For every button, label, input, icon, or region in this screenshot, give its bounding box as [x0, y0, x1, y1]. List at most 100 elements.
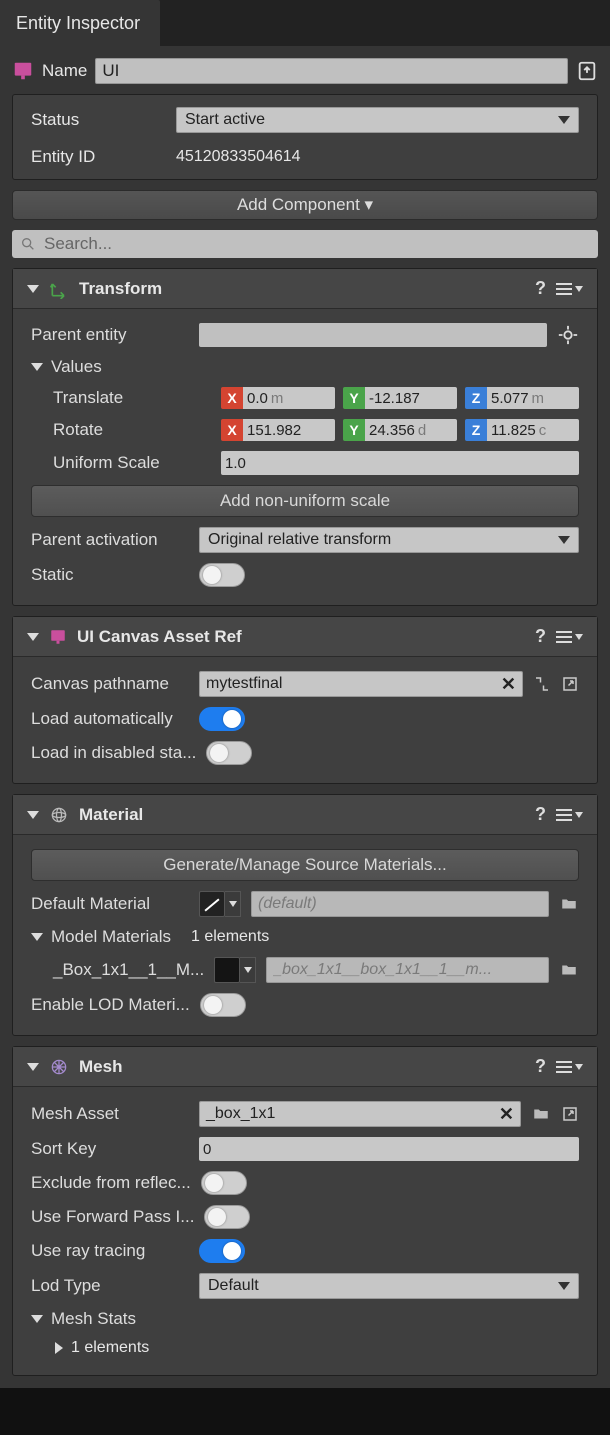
translate-y-input[interactable]: -12.187 — [365, 387, 457, 409]
menu-icon[interactable] — [556, 631, 583, 643]
folder-icon[interactable] — [531, 1105, 551, 1123]
axis-y-icon: Y — [343, 387, 365, 409]
rotate-z-input[interactable]: 11.825c — [487, 419, 579, 441]
load-auto-label: Load automatically — [31, 709, 189, 729]
axis-z-icon: Z — [465, 419, 487, 441]
component-title: Mesh — [79, 1057, 122, 1077]
values-label: Values — [51, 357, 102, 377]
tab-entity-inspector[interactable]: Entity Inspector — [0, 0, 160, 46]
mesh-stats-label: Mesh Stats — [51, 1309, 136, 1329]
translate-z-input[interactable]: 5.077m — [487, 387, 579, 409]
collapse-toggle[interactable] — [27, 1063, 39, 1071]
forward-pass-label: Use Forward Pass I... — [31, 1207, 194, 1227]
sort-key-input[interactable]: 0 — [199, 1137, 579, 1161]
popout-icon[interactable] — [561, 675, 579, 693]
sort-key-label: Sort Key — [31, 1139, 189, 1159]
load-disabled-toggle[interactable] — [206, 741, 252, 765]
component-title: UI Canvas Asset Ref — [77, 627, 242, 647]
generate-materials-button[interactable]: Generate/Manage Source Materials... — [31, 849, 579, 881]
mesh-icon — [49, 1057, 69, 1077]
target-icon[interactable] — [557, 324, 579, 346]
default-material-input[interactable]: (default) — [251, 891, 549, 917]
mesh-asset-label: Mesh Asset — [31, 1104, 189, 1124]
status-select[interactable]: Start active — [176, 107, 579, 133]
uniform-scale-label: Uniform Scale — [31, 453, 211, 473]
collapse-toggle[interactable] — [27, 633, 39, 641]
enable-lod-toggle[interactable] — [200, 993, 246, 1017]
static-label: Static — [31, 565, 189, 585]
enable-lod-label: Enable LOD Materi... — [31, 995, 190, 1015]
popout-icon[interactable] — [561, 1105, 579, 1123]
axis-x-icon: X — [221, 387, 243, 409]
parent-entity-label: Parent entity — [31, 325, 189, 345]
lod-type-select[interactable]: Default — [199, 1273, 579, 1299]
parent-activation-select[interactable]: Original relative transform — [199, 527, 579, 553]
menu-icon[interactable] — [556, 283, 583, 295]
model-materials-label: Model Materials — [51, 927, 183, 947]
static-toggle[interactable] — [199, 563, 245, 587]
uniform-scale-input[interactable]: 1.0 — [221, 451, 579, 475]
canvas-path-label: Canvas pathname — [31, 674, 189, 694]
tab-bar: Entity Inspector — [0, 0, 610, 46]
status-label: Status — [31, 110, 166, 130]
load-auto-toggle[interactable] — [199, 707, 245, 731]
parent-entity-field[interactable] — [199, 323, 547, 347]
help-icon[interactable]: ? — [535, 626, 546, 647]
ray-tracing-toggle[interactable] — [199, 1239, 245, 1263]
component-title: Transform — [79, 279, 162, 299]
folder-icon[interactable] — [559, 895, 579, 913]
rotate-x-input[interactable]: 151.982 — [243, 419, 335, 441]
add-component-button[interactable]: Add Component ▾ — [12, 190, 598, 220]
pin-icon[interactable] — [576, 60, 598, 82]
axis-x-icon: X — [221, 419, 243, 441]
ray-tracing-label: Use ray tracing — [31, 1241, 189, 1261]
model-materials-count: 1 elements — [191, 928, 269, 946]
load-disabled-label: Load in disabled sta... — [31, 743, 196, 763]
chevron-down-icon — [558, 1282, 570, 1290]
swatch-dropdown[interactable] — [240, 957, 256, 983]
material-swatch[interactable] — [214, 957, 240, 983]
stats-item-toggle[interactable] — [55, 1342, 63, 1354]
name-input[interactable] — [95, 58, 568, 84]
help-icon[interactable]: ? — [535, 1056, 546, 1077]
model-item-input[interactable]: _box_1x1__box_1x1__1__m... — [266, 957, 549, 983]
rotate-y-input[interactable]: 24.356d — [365, 419, 457, 441]
entity-id-label: Entity ID — [31, 147, 166, 167]
component-title: Material — [79, 805, 143, 825]
swatch-dropdown[interactable] — [225, 891, 241, 917]
collapse-toggle[interactable] — [27, 811, 39, 819]
canvas-path-input[interactable]: mytestfinal ✕ — [199, 671, 523, 697]
material-swatch[interactable] — [199, 891, 225, 917]
mesh-stats-count: 1 elements — [71, 1339, 149, 1357]
translate-label: Translate — [31, 388, 211, 408]
name-label: Name — [42, 61, 87, 81]
forward-pass-toggle[interactable] — [204, 1205, 250, 1229]
help-icon[interactable]: ? — [535, 804, 546, 825]
menu-icon[interactable] — [556, 1061, 583, 1073]
collapse-toggle[interactable] — [27, 285, 39, 293]
search-input[interactable]: Search... — [12, 230, 598, 258]
edit-icon[interactable] — [533, 675, 551, 693]
exclude-reflec-toggle[interactable] — [201, 1171, 247, 1195]
entity-icon — [12, 60, 34, 82]
clear-icon[interactable]: ✕ — [501, 674, 516, 695]
folder-icon[interactable] — [559, 961, 579, 979]
axis-z-icon: Z — [465, 387, 487, 409]
values-toggle[interactable] — [31, 363, 43, 371]
mesh-asset-input[interactable]: _box_1x1 ✕ — [199, 1101, 521, 1127]
menu-icon[interactable] — [556, 809, 583, 821]
parent-activation-label: Parent activation — [31, 530, 189, 550]
transform-icon — [49, 279, 69, 299]
lod-type-label: Lod Type — [31, 1276, 189, 1296]
canvas-icon — [49, 628, 67, 646]
add-nonuniform-scale-button[interactable]: Add non-uniform scale — [31, 485, 579, 517]
search-icon — [20, 236, 36, 252]
help-icon[interactable]: ? — [535, 278, 546, 299]
clear-icon[interactable]: ✕ — [499, 1104, 514, 1125]
mesh-stats-toggle[interactable] — [31, 1315, 43, 1323]
material-icon — [49, 805, 69, 825]
model-materials-toggle[interactable] — [31, 933, 43, 941]
chevron-down-icon — [558, 536, 570, 544]
entity-id-value: 45120833504614 — [176, 148, 301, 166]
translate-x-input[interactable]: 0.0m — [243, 387, 335, 409]
